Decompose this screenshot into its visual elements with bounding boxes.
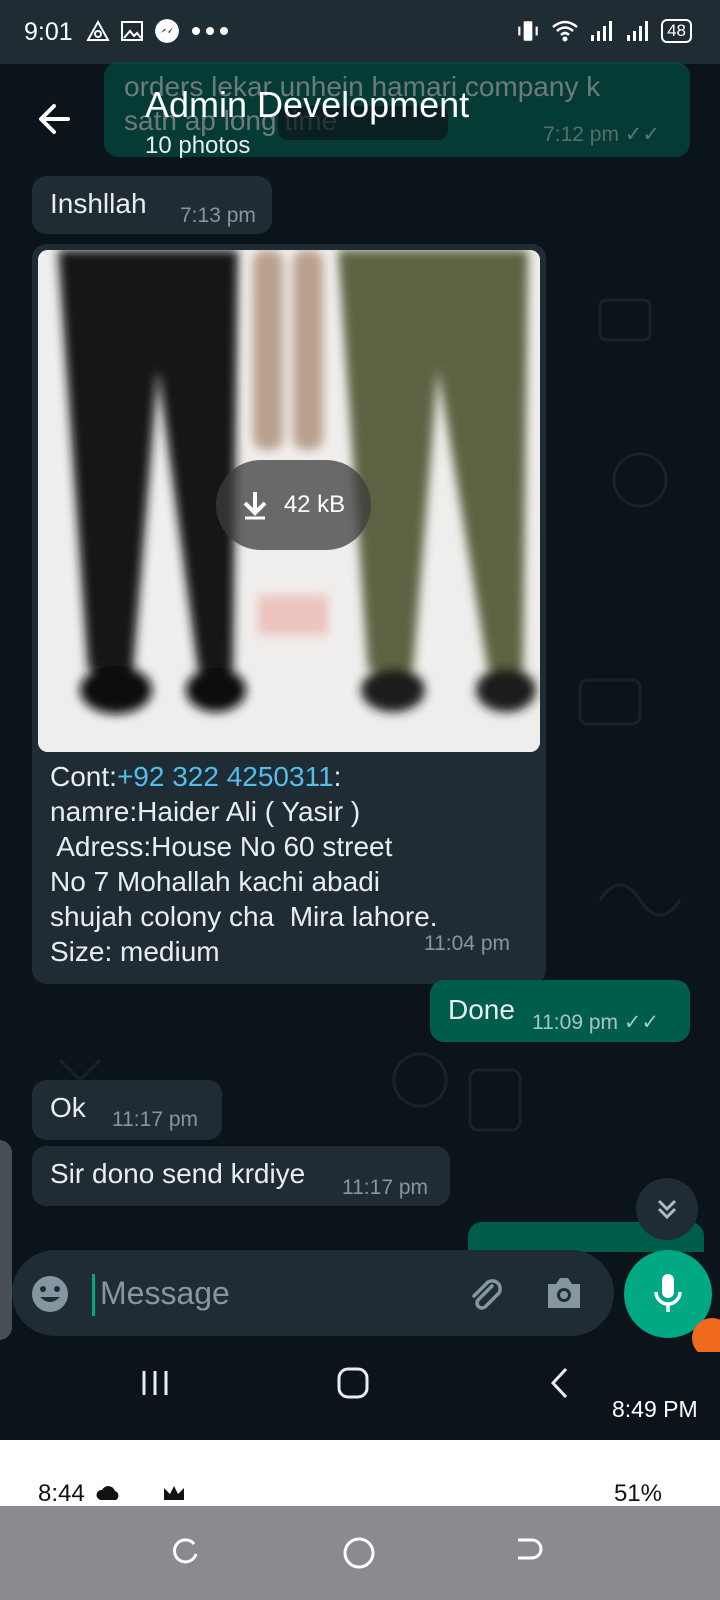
download-arrow-icon — [243, 492, 267, 520]
emoji-icon[interactable] — [30, 1274, 70, 1314]
microphone-icon — [654, 1274, 682, 1312]
message-text: Ok — [50, 1092, 86, 1123]
battery-indicator: 48 — [661, 19, 692, 43]
message-time: 11:17 pm — [112, 1108, 198, 1131]
message-input[interactable] — [100, 1268, 450, 1318]
vibrate-icon — [518, 21, 538, 41]
signal-icon-2 — [627, 21, 649, 41]
download-size: 42 kB — [283, 491, 346, 518]
outer-navigation-bar — [0, 1506, 720, 1600]
more-dots-icon — [192, 27, 228, 35]
message-ok[interactable]: Ok 11:17 pm — [32, 1080, 222, 1140]
delta-icon — [86, 19, 110, 41]
text-caret — [92, 1274, 95, 1316]
outer-battery: 51% — [613, 1480, 662, 1507]
status-bar: 9:01 48 — [0, 0, 720, 64]
photo-caption: Cont:+92 322 4250311: namre:Haider Ali (… — [50, 761, 438, 967]
recent-apps-icon[interactable] — [140, 1368, 170, 1398]
cloud-icon — [96, 1486, 119, 1500]
back-icon[interactable] — [548, 1366, 570, 1400]
read-ticks-icon: ✓✓ — [623, 1011, 660, 1034]
download-button[interactable]: 42 kB — [216, 460, 371, 550]
message-time: 11:04 pm — [424, 932, 510, 955]
signal-icon — [591, 21, 613, 41]
message-time: 11:09 pm ✓✓ — [532, 1011, 660, 1034]
crown-icon — [164, 1486, 184, 1500]
chat-title[interactable]: Admin Development — [145, 84, 469, 126]
phone-link[interactable]: +92 322 4250311 — [117, 761, 334, 792]
overlay-time: 8:49 PM — [612, 1396, 698, 1422]
gallery-icon — [121, 21, 143, 41]
back-arrow-icon[interactable] — [30, 94, 80, 144]
home-icon[interactable] — [336, 1366, 370, 1400]
edge-panel-handle[interactable] — [0, 1140, 12, 1340]
chat-header: Admin Development 10 photos — [0, 64, 720, 174]
message-time: 7:13 pm — [180, 204, 256, 227]
photo-message[interactable]: 42 kB Cont:+92 322 4250311: namre:Haider… — [32, 244, 546, 984]
chat-subtitle: 10 photos — [145, 132, 251, 159]
message-composer — [12, 1250, 614, 1336]
outer-recent-icon[interactable] — [170, 1536, 200, 1566]
scroll-down-button[interactable] — [636, 1178, 698, 1240]
messenger-icon — [155, 19, 179, 43]
camera-icon[interactable] — [544, 1274, 584, 1312]
outer-status-time: 8:44 — [38, 1480, 85, 1507]
outer-back-icon[interactable] — [512, 1536, 544, 1566]
message-time: 11:17 pm — [342, 1176, 428, 1199]
message-sir-dono[interactable]: Sir dono send krdiye 11:17 pm — [32, 1146, 450, 1206]
attach-paperclip-icon[interactable] — [464, 1272, 506, 1314]
photo-thumbnail[interactable]: 42 kB — [38, 250, 540, 752]
outer-home-icon[interactable] — [342, 1536, 376, 1570]
message-text: Sir dono send krdiye — [50, 1158, 306, 1189]
double-chevron-down-icon — [657, 1199, 677, 1220]
message-inshllah[interactable]: Inshllah 7:13 pm — [32, 176, 272, 234]
status-time: 9:01 — [24, 18, 73, 46]
message-text: Inshllah — [50, 188, 147, 219]
message-text: Done — [448, 994, 515, 1025]
message-done[interactable]: Done 11:09 pm ✓✓ — [430, 980, 690, 1042]
whatsapp-screen: 9:01 48 orders lekar unhein hamari compa… — [0, 0, 720, 1440]
wifi-icon — [552, 20, 578, 42]
